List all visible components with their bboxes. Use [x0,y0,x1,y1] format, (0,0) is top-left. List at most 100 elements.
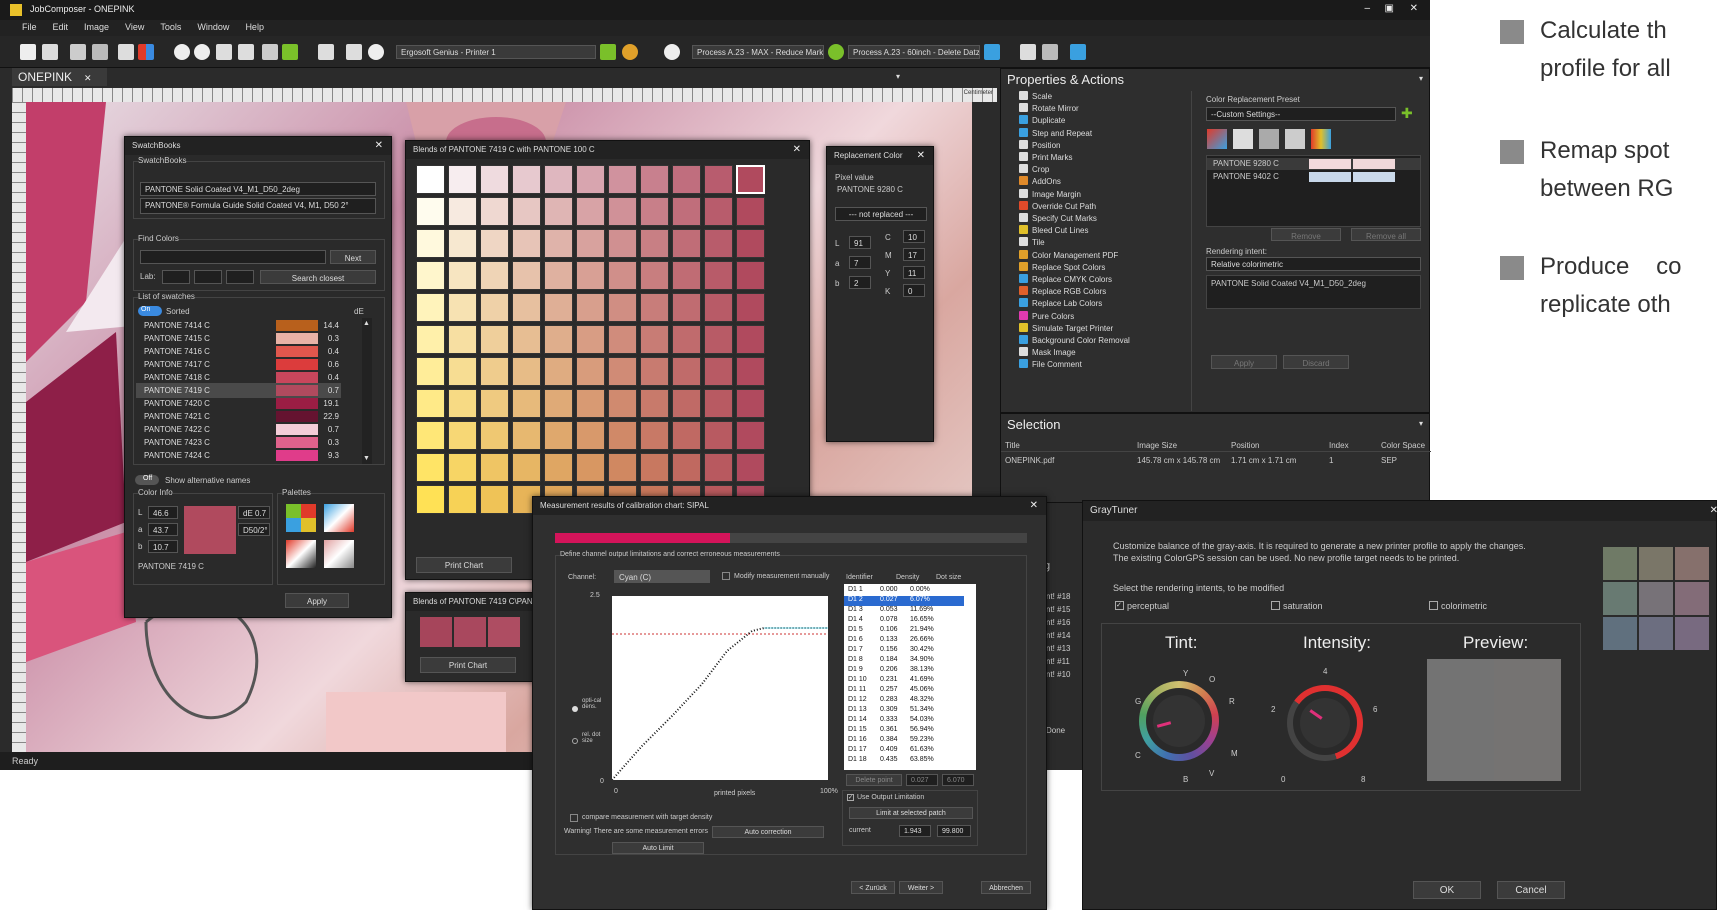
blend-cell[interactable] [736,389,765,418]
table-row[interactable]: D1 11 0.257 45.06% [844,686,964,696]
blend-cell[interactable] [480,357,509,386]
blend-cell[interactable] [576,165,605,194]
blend-cell[interactable] [448,261,477,290]
blend-cell[interactable] [576,229,605,258]
back-button[interactable]: < Zurück [851,881,895,894]
action-item[interactable]: Step and Repeat [1019,127,1092,140]
blend-cell[interactable] [416,261,445,290]
next-button[interactable]: Next [330,250,376,264]
colorimetric-checkbox[interactable] [1429,601,1438,610]
job-item[interactable]: nt! #15 [1046,605,1070,614]
swatch-scrollbar[interactable]: ▲ ▼ [362,318,372,464]
gray-patch[interactable] [1675,582,1709,615]
find-input[interactable] [140,250,326,264]
gray-patch[interactable] [1603,547,1637,580]
blend-cell[interactable] [576,325,605,354]
menu-view[interactable]: View [117,20,152,34]
zoom-in-icon[interactable] [174,44,190,60]
table-row[interactable]: D1 16 0.384 59.23% [844,736,964,746]
replace-tool-icon[interactable] [1207,129,1227,149]
blend-cell[interactable] [672,389,701,418]
blend-cell[interactable] [480,389,509,418]
limit-patch-button[interactable]: Limit at selected patch [849,807,973,819]
action-item[interactable]: Specify Cut Marks [1019,213,1097,225]
action-item[interactable]: Replace CMYK Colors [1019,274,1112,286]
job-item[interactable]: nt! #14 [1046,631,1070,640]
blend-cell[interactable] [640,325,669,354]
col-index[interactable]: Index [1329,441,1349,450]
blend-cell[interactable] [608,293,637,322]
action-item[interactable]: Mask Image [1019,347,1076,359]
blend-cell[interactable] [576,453,605,482]
zoom-fit-icon[interactable] [216,44,232,60]
blend-cell[interactable] [736,357,765,386]
table-row[interactable]: D1 17 0.409 61.63% [844,746,964,756]
print-chart-button[interactable]: Print Chart [416,557,512,573]
blend-cell[interactable] [704,229,733,258]
job-item[interactable]: nt! #18 [1046,592,1070,601]
col-title[interactable]: Title [1005,441,1020,450]
restore-icon[interactable]: ▣ [1385,3,1394,14]
blend-cell[interactable] [608,165,637,194]
add-file-icon[interactable] [42,44,58,60]
blend-cell[interactable] [544,453,573,482]
table-row[interactable]: D1 9 0.206 38.13% [844,666,964,676]
green-status-icon[interactable] [282,44,298,60]
current-density[interactable]: 1.943 [899,825,931,837]
table-row[interactable]: D1 14 0.333 54.03% [844,716,964,726]
blend-cell[interactable] [448,421,477,450]
blend-cell[interactable] [512,293,541,322]
blend-cell[interactable] [608,357,637,386]
blend-cell[interactable] [576,357,605,386]
close-icon[interactable]: ✕ [917,150,925,161]
job-item[interactable]: nt! #13 [1046,644,1070,653]
action-item[interactable]: Replace RGB Colors [1019,286,1106,298]
intent-select[interactable]: Relative colorimetric [1206,257,1421,271]
blend-cell[interactable] [608,421,637,450]
blend-cell[interactable] [704,325,733,354]
blend-cell[interactable] [512,229,541,258]
preset-add-icon[interactable]: ✚ [1401,105,1413,122]
rel-dot-radio[interactable] [572,738,578,744]
blend-cell[interactable] [640,293,669,322]
blend-cell[interactable] [672,293,701,322]
blend-cell[interactable] [512,165,541,194]
printer-add-icon[interactable] [600,44,616,60]
preset-select[interactable]: --Custom Settings-- [1206,107,1396,121]
palette-edit-icon[interactable] [324,504,354,532]
action-item[interactable]: Duplicate [1019,115,1065,127]
blend-cell[interactable] [608,197,637,226]
tint-dial[interactable] [1139,681,1219,761]
apply-button[interactable]: Apply [285,593,349,608]
blend-cell[interactable] [480,325,509,354]
palette-brush-icon[interactable] [286,540,316,568]
blend-cell[interactable] [640,389,669,418]
blend-cell[interactable] [704,293,733,322]
close-icon[interactable]: ✕ [1410,3,1418,14]
channel-select[interactable]: Cyan (C) [614,570,710,583]
gray-patch[interactable] [1639,582,1673,615]
blend-cell[interactable] [576,421,605,450]
tab-menu-icon[interactable]: ▾ [896,72,900,81]
blend-cell[interactable] [544,229,573,258]
blend-cell[interactable] [736,261,765,290]
table-row[interactable]: D1 15 0.361 56.94% [844,726,964,736]
zoom-out-icon[interactable] [194,44,210,60]
apply-button[interactable]: Apply [1211,355,1277,369]
next-button[interactable]: Weiter > [899,881,943,894]
grid-icon[interactable] [1020,44,1036,60]
process-select-2[interactable]: Process A.23 - 60inch - Delete Datz [848,45,980,59]
blend-cell[interactable] [448,293,477,322]
document-tab[interactable]: ONEPINK ✕ [12,68,107,86]
action-item[interactable]: Simulate Target Printer [1019,322,1113,335]
gray-patch[interactable] [1603,617,1637,650]
add-job-icon[interactable] [20,44,36,60]
lab-a-input[interactable] [194,270,222,284]
action-item[interactable]: Override Cut Path [1019,200,1096,213]
queue-icon[interactable] [318,44,334,60]
blend-cell[interactable] [480,293,509,322]
blend-cell[interactable] [672,229,701,258]
replacement-c[interactable]: 10 [903,230,925,243]
table-row[interactable]: D1 5 0.106 21.94% [844,626,964,636]
blend-cell[interactable] [704,165,733,194]
